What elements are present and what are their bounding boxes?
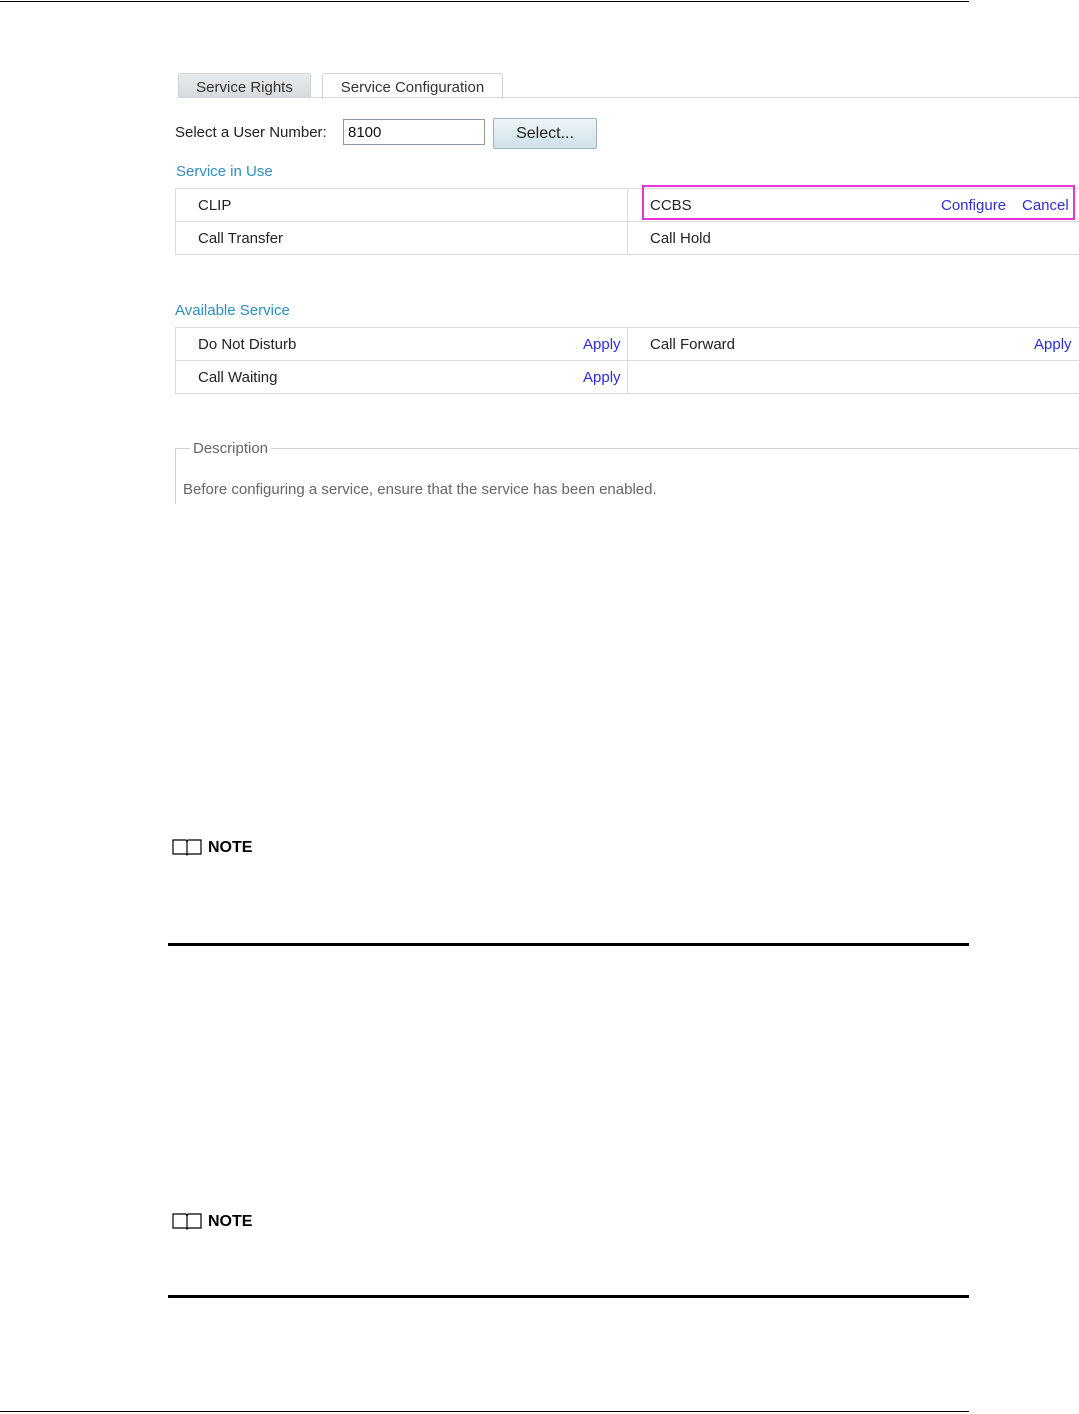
table-row: Call Transfer Call Hold	[175, 221, 1079, 255]
user-number-label: Select a User Number:	[175, 124, 327, 141]
service-name: Call Waiting	[198, 369, 278, 386]
service-cell: Call Waiting Apply	[175, 360, 628, 394]
tab-service-configuration[interactable]: Service Configuration	[322, 73, 503, 99]
table-row: CLIP CCBS Configure Cancel	[175, 188, 1079, 222]
description-text: Before configuring a service, ensure tha…	[183, 481, 657, 498]
note-label: NOTE	[208, 1213, 253, 1230]
select-user-button[interactable]: Select...	[493, 118, 597, 149]
service-cell: Call Forward Apply	[627, 327, 1079, 361]
page-bottom-rule	[0, 1411, 969, 1412]
apply-link[interactable]: Apply	[1034, 336, 1072, 353]
page-top-rule	[0, 1, 969, 2]
configure-link[interactable]: Configure	[941, 197, 1006, 214]
description-fieldset: Description Before configuring a service…	[175, 440, 1079, 504]
available-service-title: Available Service	[175, 302, 290, 319]
apply-link[interactable]: Apply	[583, 369, 621, 386]
service-cell: Call Transfer	[175, 221, 628, 255]
service-in-use-title: Service in Use	[176, 163, 273, 180]
service-name: CLIP	[198, 197, 232, 214]
table-row: Call Waiting Apply	[175, 360, 1079, 394]
cancel-link[interactable]: Cancel	[1022, 197, 1069, 214]
description-legend: Description	[190, 440, 272, 457]
service-name: Call Hold	[650, 230, 711, 247]
tab-bar-divider	[178, 97, 1079, 98]
service-cell: Do Not Disturb Apply	[175, 327, 628, 361]
user-number-input[interactable]	[343, 119, 485, 145]
service-in-use-table: CLIP CCBS Configure Cancel Call Transfer…	[175, 188, 1079, 255]
service-name: CCBS	[650, 197, 692, 214]
service-cell	[627, 360, 1079, 394]
service-name: Do Not Disturb	[198, 336, 297, 353]
note-label: NOTE	[208, 839, 253, 856]
tab-service-rights[interactable]: Service Rights	[178, 73, 311, 98]
available-service-table: Do Not Disturb Apply Call Forward Apply …	[175, 327, 1079, 394]
table-row: Do Not Disturb Apply Call Forward Apply	[175, 327, 1079, 361]
service-name: Call Transfer	[198, 230, 284, 247]
service-cell: CCBS Configure Cancel	[627, 188, 1079, 222]
service-cell: Call Hold	[627, 221, 1079, 255]
book-icon	[172, 1213, 202, 1230]
apply-link[interactable]: Apply	[583, 336, 621, 353]
note-rule	[168, 943, 969, 946]
note-rule	[168, 1295, 969, 1298]
book-icon	[172, 839, 202, 856]
service-name: Call Forward	[650, 336, 736, 353]
service-cell: CLIP	[175, 188, 628, 222]
